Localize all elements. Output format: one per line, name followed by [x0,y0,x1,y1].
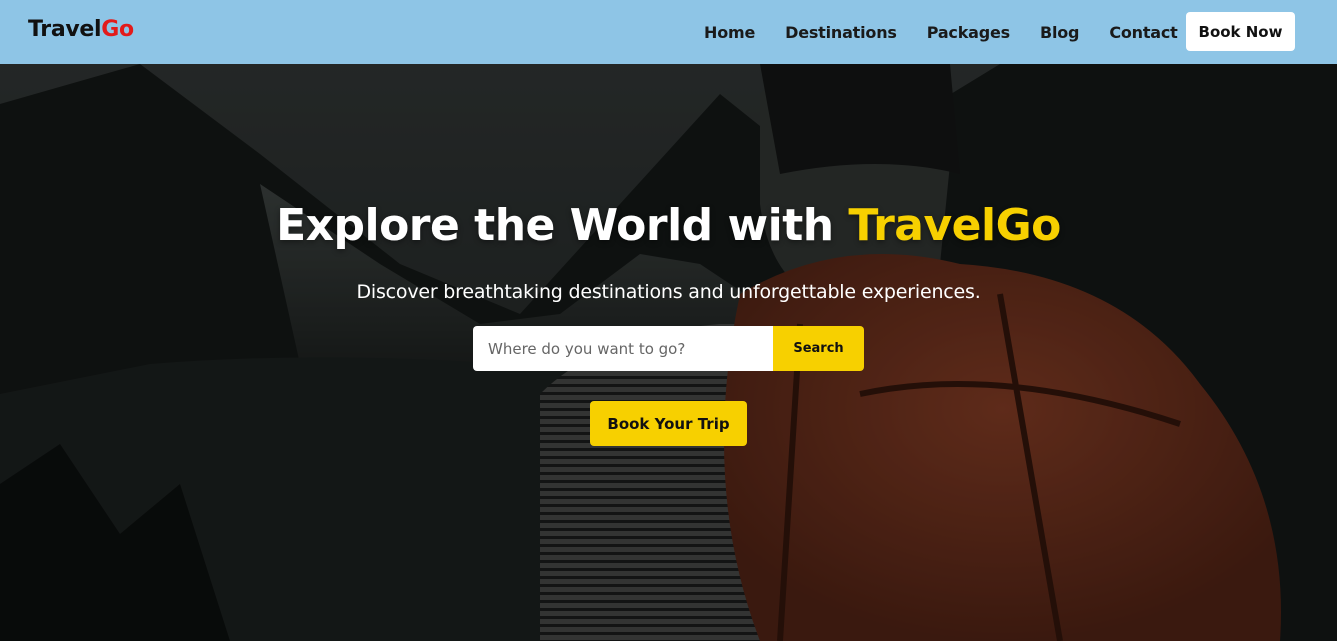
hero-title: Explore the World with TravelGo [0,200,1337,251]
nav-link-home[interactable]: Home [704,23,755,42]
hero-section: Explore the World with TravelGo Discover… [0,64,1337,641]
logo-text-main: Travel [28,17,102,42]
book-now-button[interactable]: Book Now [1186,12,1295,51]
nav-link-destinations[interactable]: Destinations [785,23,897,42]
nav-link-packages[interactable]: Packages [927,23,1010,42]
destination-search-input[interactable] [473,326,773,371]
search-bar: Search [473,326,864,371]
nav-links: Home Destinations Packages Blog Contact [704,0,1208,64]
nav-link-blog[interactable]: Blog [1040,23,1080,42]
search-button[interactable]: Search [773,326,864,371]
book-your-trip-button[interactable]: Book Your Trip [590,401,747,446]
logo[interactable]: TravelGo [28,17,134,42]
logo-text-accent: Go [101,17,134,42]
hero-title-main: Explore the World with [276,200,849,251]
nav-link-contact[interactable]: Contact [1109,23,1178,42]
hero-subtitle: Discover breathtaking destinations and u… [356,281,981,303]
hero-title-accent: TravelGo [848,200,1061,251]
navbar: TravelGo Home Destinations Packages Blog… [0,0,1337,64]
